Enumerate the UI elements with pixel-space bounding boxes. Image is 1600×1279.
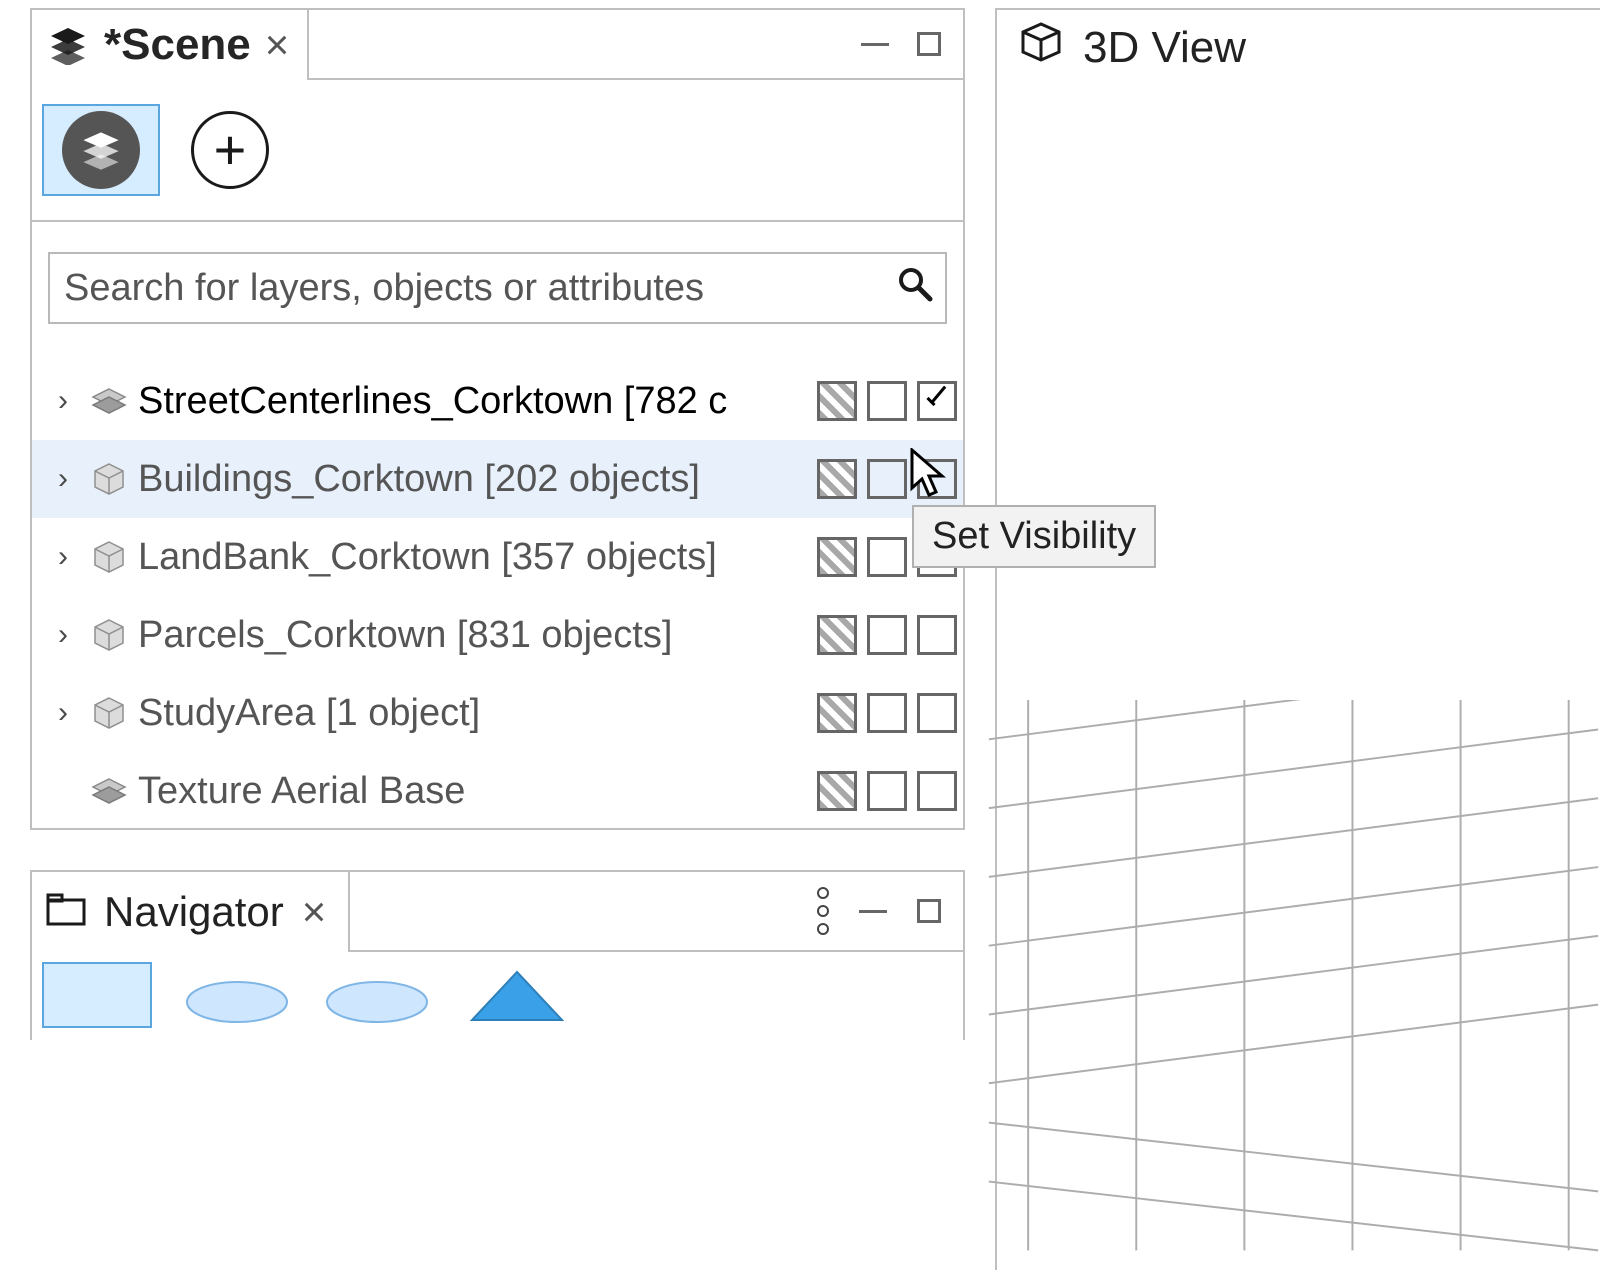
navigator-thumb[interactable] [182, 962, 292, 1024]
cube-icon [88, 696, 130, 730]
color-toggle[interactable] [867, 693, 907, 733]
cube-icon [1019, 20, 1063, 75]
color-toggle[interactable] [867, 771, 907, 811]
chevron-right-icon[interactable]: › [46, 384, 80, 418]
maximize-icon[interactable] [917, 32, 941, 56]
layer-label: Buildings_Corktown [202 objects] [138, 458, 809, 501]
close-icon[interactable]: × [302, 888, 327, 936]
visibility-toggle[interactable] [917, 381, 957, 421]
cube-icon [88, 462, 130, 496]
color-toggle[interactable] [867, 615, 907, 655]
color-toggle[interactable] [867, 381, 907, 421]
layer-flat-icon [88, 387, 130, 415]
lock-toggle[interactable] [817, 615, 857, 655]
search-input[interactable] [62, 266, 897, 311]
close-icon[interactable]: × [265, 21, 290, 69]
cursor-icon [910, 448, 950, 505]
color-toggle[interactable] [867, 537, 907, 577]
view3d-title: 3D View [1083, 23, 1246, 73]
minimize-icon[interactable] [859, 910, 887, 913]
layer-row[interactable]: › StreetCenterlines_Corktown [782 c [32, 362, 963, 440]
scene-window-controls [861, 10, 963, 80]
lock-toggle[interactable] [817, 459, 857, 499]
lock-toggle[interactable] [817, 771, 857, 811]
visibility-toggle[interactable] [917, 693, 957, 733]
visibility-toggle[interactable] [917, 615, 957, 655]
view3d-tab[interactable]: 3D View [997, 10, 1600, 85]
chevron-right-icon[interactable]: › [46, 618, 80, 652]
scene-toolbar: + [32, 80, 963, 222]
view3d-canvas[interactable] [987, 700, 1600, 1270]
layer-row[interactable]: › LandBank_Corktown [357 objects] [32, 518, 963, 596]
cube-icon [88, 618, 130, 652]
navigator-thumb[interactable] [462, 962, 572, 1024]
layer-row[interactable]: › StudyArea [1 object] [32, 674, 963, 752]
layer-state-boxes [817, 381, 957, 421]
add-button[interactable]: + [184, 104, 276, 196]
lock-toggle[interactable] [817, 693, 857, 733]
layer-row[interactable]: › Parcels_Corktown [831 objects] [32, 596, 963, 674]
more-icon[interactable] [817, 887, 829, 935]
layers-icon [62, 111, 140, 189]
chevron-right-icon[interactable]: › [46, 540, 80, 574]
layer-row[interactable]: Texture Aerial Base [32, 752, 963, 830]
layer-label: StreetCenterlines_Corktown [782 c [138, 380, 809, 423]
scene-tab[interactable]: *Scene × [32, 10, 309, 80]
tab-bar-spacer [350, 872, 817, 952]
layer-state-boxes [817, 615, 957, 655]
layer-label: Parcels_Corktown [831 objects] [138, 614, 809, 657]
search-box[interactable] [48, 252, 947, 324]
layer-state-boxes [817, 771, 957, 811]
minimize-icon[interactable] [861, 43, 889, 46]
navigator-tab-bar: Navigator × [32, 872, 963, 952]
search-icon[interactable] [897, 266, 933, 311]
maximize-icon[interactable] [917, 899, 941, 923]
tooltip: Set Visibility [912, 505, 1156, 568]
lock-toggle[interactable] [817, 381, 857, 421]
navigator-thumb[interactable] [322, 962, 432, 1024]
scene-tab-bar: *Scene × [32, 10, 963, 80]
tab-bar-spacer [309, 10, 861, 80]
chevron-right-icon[interactable]: › [46, 696, 80, 730]
layer-flat-icon [88, 777, 130, 805]
layer-state-boxes [817, 693, 957, 733]
tooltip-text: Set Visibility [932, 515, 1136, 557]
color-toggle[interactable] [867, 459, 907, 499]
scene-tab-title: *Scene [104, 20, 251, 70]
layers-mode-button[interactable] [42, 104, 160, 196]
navigator-window-controls [817, 872, 963, 952]
view3d-panel: 3D View [995, 8, 1600, 1270]
layer-label: Texture Aerial Base [138, 770, 809, 813]
navigator-body [32, 952, 963, 1038]
navigator-panel: Navigator × [30, 870, 965, 1040]
lock-toggle[interactable] [817, 537, 857, 577]
scene-panel: *Scene × + [30, 8, 965, 830]
folder-icon [46, 892, 86, 933]
layers-icon [46, 25, 90, 65]
layer-label: LandBank_Corktown [357 objects] [138, 536, 809, 579]
cube-icon [88, 540, 130, 574]
visibility-toggle[interactable] [917, 771, 957, 811]
plus-icon: + [191, 111, 269, 189]
search-row [32, 222, 963, 332]
layer-label: StudyArea [1 object] [138, 692, 809, 735]
chevron-right-icon[interactable]: › [46, 462, 80, 496]
layer-row[interactable]: › Buildings_Corktown [202 objects] [32, 440, 963, 518]
navigator-thumb-selected[interactable] [42, 962, 152, 1028]
layer-list: › StreetCenterlines_Corktown [782 c › Build… [32, 332, 963, 830]
navigator-tab-title: Navigator [104, 888, 284, 936]
navigator-tab[interactable]: Navigator × [32, 872, 350, 952]
